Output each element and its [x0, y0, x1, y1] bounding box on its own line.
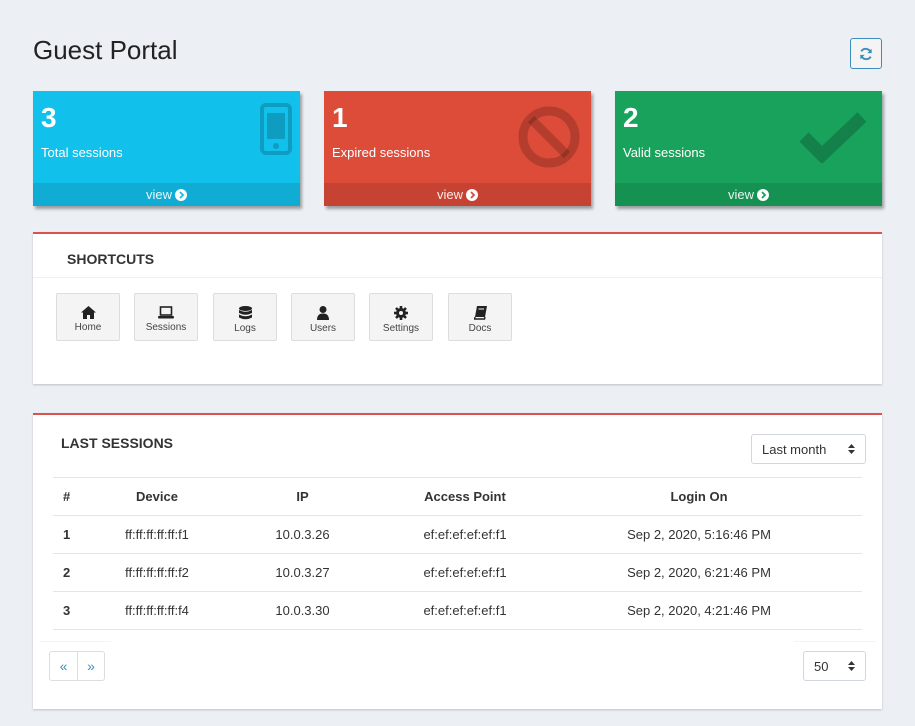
- total-sessions-view-link[interactable]: view: [33, 183, 300, 206]
- cell-device: ff:ff:ff:ff:ff:f2: [103, 553, 211, 592]
- cell-index: 1: [53, 515, 103, 554]
- pagination: « »: [49, 651, 105, 681]
- cell-ip: 10.0.3.30: [211, 591, 394, 630]
- check-icon: [799, 111, 867, 168]
- table-row: 3 ff:ff:ff:ff:ff:f4 10.0.3.30 ef:ef:ef:e…: [53, 591, 862, 630]
- cell-access-point: ef:ef:ef:ef:ef:f1: [394, 591, 536, 630]
- range-select[interactable]: Last month: [751, 434, 866, 464]
- arrow-circle-right-icon: [466, 188, 478, 201]
- shortcut-settings-button[interactable]: Settings: [369, 293, 433, 341]
- divider: [39, 641, 111, 642]
- column-header[interactable]: #: [53, 477, 103, 516]
- column-header[interactable]: Device: [103, 477, 211, 516]
- ban-icon: [517, 105, 581, 174]
- arrow-circle-right-icon: [175, 188, 187, 201]
- laptop-icon: [158, 306, 174, 319]
- shortcuts-panel: SHORTCUTS Home Sessions Logs Users Setti…: [33, 232, 882, 384]
- shortcut-sessions-button[interactable]: Sessions: [134, 293, 198, 341]
- book-icon: [473, 306, 487, 320]
- prev-page-button[interactable]: «: [50, 652, 77, 680]
- valid-sessions-count: 2: [623, 102, 639, 133]
- page-size-value: 50: [814, 658, 829, 674]
- shortcut-label: Sessions: [145, 322, 187, 333]
- select-arrows-icon: [848, 444, 855, 454]
- table-row: 2 ff:ff:ff:ff:ff:f2 10.0.3.27 ef:ef:ef:e…: [53, 553, 862, 592]
- cell-access-point: ef:ef:ef:ef:ef:f1: [394, 553, 536, 592]
- shortcut-label: Settings: [382, 323, 420, 334]
- divider: [33, 277, 882, 278]
- table-row: 1 ff:ff:ff:ff:ff:f1 10.0.3.26 ef:ef:ef:e…: [53, 515, 862, 554]
- home-icon: [80, 306, 96, 319]
- shortcut-users-button[interactable]: Users: [291, 293, 355, 341]
- column-header[interactable]: Access Point: [394, 477, 536, 516]
- cell-login-on: Sep 2, 2020, 4:21:46 PM: [536, 591, 862, 630]
- cell-login-on: Sep 2, 2020, 5:16:46 PM: [536, 515, 862, 554]
- last-sessions-panel: LAST SESSIONS Last month # Device IP Acc…: [33, 413, 882, 709]
- next-page-button[interactable]: »: [77, 652, 104, 680]
- refresh-icon: [860, 47, 872, 60]
- cell-ip: 10.0.3.27: [211, 553, 394, 592]
- view-link-label: view: [436, 187, 463, 202]
- shortcut-label: Home: [74, 322, 102, 333]
- gear-icon: [394, 306, 408, 320]
- refresh-button[interactable]: [850, 38, 882, 69]
- divider: [794, 641, 876, 642]
- expired-sessions-view-link[interactable]: view: [324, 183, 591, 206]
- total-sessions-count: 3: [41, 102, 57, 133]
- range-select-value: Last month: [762, 441, 827, 457]
- total-sessions-box: 3 Total sessions view: [33, 91, 300, 206]
- column-header[interactable]: Login On: [536, 477, 862, 516]
- shortcut-label: Users: [309, 323, 337, 334]
- mobile-phone-icon: [260, 103, 292, 160]
- cell-access-point: ef:ef:ef:ef:ef:f1: [394, 515, 536, 554]
- arrow-circle-right-icon: [757, 188, 769, 201]
- expired-sessions-box: 1 Expired sessions view: [324, 91, 591, 206]
- expired-sessions-label: Expired sessions: [332, 145, 431, 160]
- column-header[interactable]: IP: [211, 477, 394, 516]
- valid-sessions-box: 2 Valid sessions view: [615, 91, 882, 206]
- select-arrows-icon: [848, 661, 855, 671]
- shortcuts-title: SHORTCUTS: [67, 251, 155, 267]
- shortcut-label: Docs: [468, 323, 492, 334]
- cell-device: ff:ff:ff:ff:ff:f4: [103, 591, 211, 630]
- page-title: Guest Portal: [33, 35, 178, 65]
- shortcut-home-button[interactable]: Home: [56, 293, 120, 341]
- shortcut-logs-button[interactable]: Logs: [213, 293, 277, 341]
- view-link-label: view: [727, 187, 754, 202]
- cell-ip: 10.0.3.26: [211, 515, 394, 554]
- database-icon: [238, 306, 252, 320]
- expired-sessions-count: 1: [332, 102, 348, 133]
- sessions-table: # Device IP Access Point Login On 1 ff:f…: [53, 477, 862, 630]
- page-size-select[interactable]: 50: [803, 651, 866, 681]
- view-link-label: view: [145, 187, 172, 202]
- cell-index: 3: [53, 591, 103, 630]
- shortcut-label: Logs: [234, 323, 256, 334]
- valid-sessions-view-link[interactable]: view: [615, 183, 882, 206]
- cell-device: ff:ff:ff:ff:ff:f1: [103, 515, 211, 554]
- cell-index: 2: [53, 553, 103, 592]
- table-header-row: # Device IP Access Point Login On: [53, 477, 862, 516]
- shortcut-docs-button[interactable]: Docs: [448, 293, 512, 341]
- last-sessions-title: LAST SESSIONS: [61, 435, 174, 451]
- total-sessions-label: Total sessions: [41, 145, 123, 160]
- user-icon: [317, 306, 329, 320]
- cell-login-on: Sep 2, 2020, 6:21:46 PM: [536, 553, 862, 592]
- valid-sessions-label: Valid sessions: [623, 145, 706, 160]
